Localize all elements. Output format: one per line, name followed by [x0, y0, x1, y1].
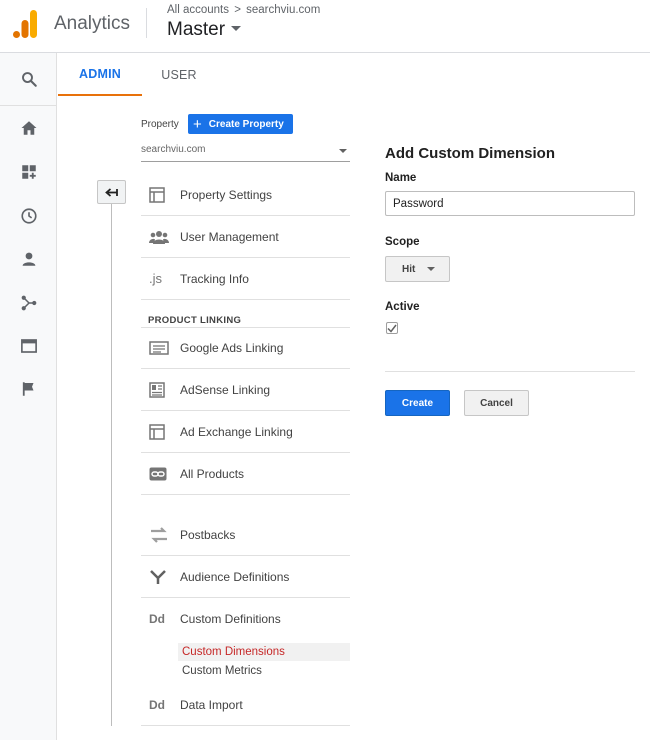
- chevron-down-icon[interactable]: [231, 26, 242, 31]
- analytics-logo-icon[interactable]: [13, 10, 37, 38]
- menu-postbacks[interactable]: Postbacks: [141, 514, 350, 556]
- nav-behavior[interactable]: [0, 326, 57, 366]
- menu-label: Google Ads Linking: [180, 341, 284, 355]
- menu-label: Custom Definitions: [180, 612, 281, 626]
- menu-label: AdSense Linking: [180, 382, 271, 397]
- nav-search[interactable]: [0, 59, 57, 99]
- nav-conversions[interactable]: [0, 369, 57, 409]
- submenu-custom-metrics[interactable]: Custom Metrics: [178, 662, 350, 680]
- realtime-clock-icon[interactable]: [20, 207, 38, 225]
- menu-data-import[interactable]: Dd Data Import: [141, 684, 350, 726]
- page-title: Add Custom Dimension: [385, 145, 556, 162]
- create-button[interactable]: Create: [385, 390, 450, 416]
- data-import-icon-text: Dd: [149, 697, 165, 712]
- menu-label: Postbacks: [180, 527, 236, 542]
- nav-acquisition[interactable]: [0, 283, 57, 323]
- nav-realtime[interactable]: [0, 196, 57, 236]
- breadcrumb-account[interactable]: searchviu.com: [246, 4, 320, 16]
- menu-custom-definitions[interactable]: Dd Custom Definitions: [141, 598, 350, 640]
- property-settings-icon: [141, 186, 180, 203]
- tab-user[interactable]: USER: [142, 53, 216, 96]
- menu-label: User Management: [180, 229, 279, 244]
- menu-label: Property Settings: [180, 187, 273, 202]
- breadcrumb[interactable]: All accounts > searchviu.com: [167, 4, 320, 16]
- chevron-down-icon[interactable]: [339, 149, 347, 153]
- property-label: Property: [141, 119, 179, 130]
- audience-definitions-icon: [141, 569, 180, 585]
- nav-home[interactable]: [0, 108, 57, 148]
- chevron-down-icon: [427, 267, 436, 271]
- js-icon: .js: [141, 271, 180, 286]
- collapse-back-button[interactable]: [97, 180, 126, 204]
- scope-value: Hit: [402, 263, 416, 275]
- active-label: Active: [385, 301, 420, 313]
- nav-divider: [0, 105, 57, 106]
- menu-label: Audience Definitions: [180, 569, 290, 584]
- link-icon: [141, 467, 180, 481]
- property-selector[interactable]: searchviu.com: [141, 144, 350, 162]
- product-linking-header: PRODUCT LINKING: [148, 315, 242, 326]
- conversions-flag-icon[interactable]: [20, 380, 38, 398]
- behavior-icon[interactable]: [20, 337, 38, 355]
- scope-dropdown[interactable]: Hit: [385, 256, 450, 282]
- menu-google-ads-linking[interactable]: Google Ads Linking: [141, 327, 350, 369]
- app-header: Analytics All accounts > searchviu.com M…: [0, 0, 650, 53]
- menu-ad-exchange-linking[interactable]: Ad Exchange Linking: [141, 411, 350, 453]
- users-group-icon: [141, 230, 180, 244]
- menu-property-settings[interactable]: Property Settings: [141, 174, 350, 216]
- back-arrow-icon[interactable]: [105, 187, 118, 198]
- property-selected-value: searchviu.com: [141, 144, 206, 155]
- ad-exchange-icon: [141, 423, 180, 440]
- scope-label: Scope: [385, 236, 420, 248]
- audience-person-icon[interactable]: [20, 250, 38, 268]
- menu-label: Tracking Info: [180, 271, 249, 286]
- breadcrumb-separator: >: [234, 4, 241, 16]
- header-divider: [146, 8, 147, 38]
- postbacks-icon: [141, 526, 180, 543]
- google-ads-icon: [141, 341, 180, 355]
- tab-admin[interactable]: ADMIN: [58, 53, 142, 96]
- home-icon[interactable]: [20, 119, 38, 137]
- menu-tracking-info[interactable]: .js Tracking Info: [141, 258, 350, 300]
- menu-adsense-linking[interactable]: AdSense Linking: [141, 369, 350, 411]
- data-import-icon: Dd: [141, 698, 180, 712]
- nav-audience[interactable]: [0, 239, 57, 279]
- active-checkbox[interactable]: [386, 322, 398, 334]
- menu-all-products[interactable]: All Products: [141, 453, 350, 495]
- custom-definitions-icon: Dd: [141, 612, 180, 626]
- name-field[interactable]: [385, 191, 635, 216]
- create-property-button[interactable]: + Create Property: [188, 114, 293, 134]
- name-label: Name: [385, 172, 417, 184]
- column-divider: [111, 180, 112, 726]
- adsense-icon: [141, 381, 180, 398]
- app-name: Analytics: [54, 13, 131, 34]
- nav-customization[interactable]: [0, 152, 57, 192]
- form-divider: [385, 371, 635, 372]
- menu-user-management[interactable]: User Management: [141, 216, 350, 258]
- cancel-button[interactable]: Cancel: [464, 390, 529, 416]
- menu-label: Ad Exchange Linking: [180, 424, 293, 439]
- checkmark-icon: [387, 324, 397, 333]
- menu-label: Data Import: [180, 697, 243, 712]
- left-navigation: [0, 53, 57, 740]
- acquisition-icon[interactable]: [20, 294, 38, 312]
- breadcrumb-root[interactable]: All accounts: [167, 4, 229, 16]
- custom-definitions-icon-text: Dd: [149, 612, 165, 626]
- view-selector[interactable]: Master: [167, 19, 242, 41]
- admin-tabs: ADMIN USER: [58, 53, 650, 96]
- menu-audience-definitions[interactable]: Audience Definitions: [141, 556, 350, 598]
- view-name[interactable]: Master: [167, 19, 225, 40]
- menu-label: All Products: [180, 466, 245, 481]
- create-property-label: Create Property: [208, 118, 284, 130]
- search-icon[interactable]: [20, 70, 38, 88]
- customization-icon[interactable]: [20, 163, 38, 181]
- js-icon-text: .js: [149, 271, 162, 286]
- submenu-custom-dimensions[interactable]: Custom Dimensions: [178, 643, 350, 661]
- plus-icon: +: [193, 115, 202, 133]
